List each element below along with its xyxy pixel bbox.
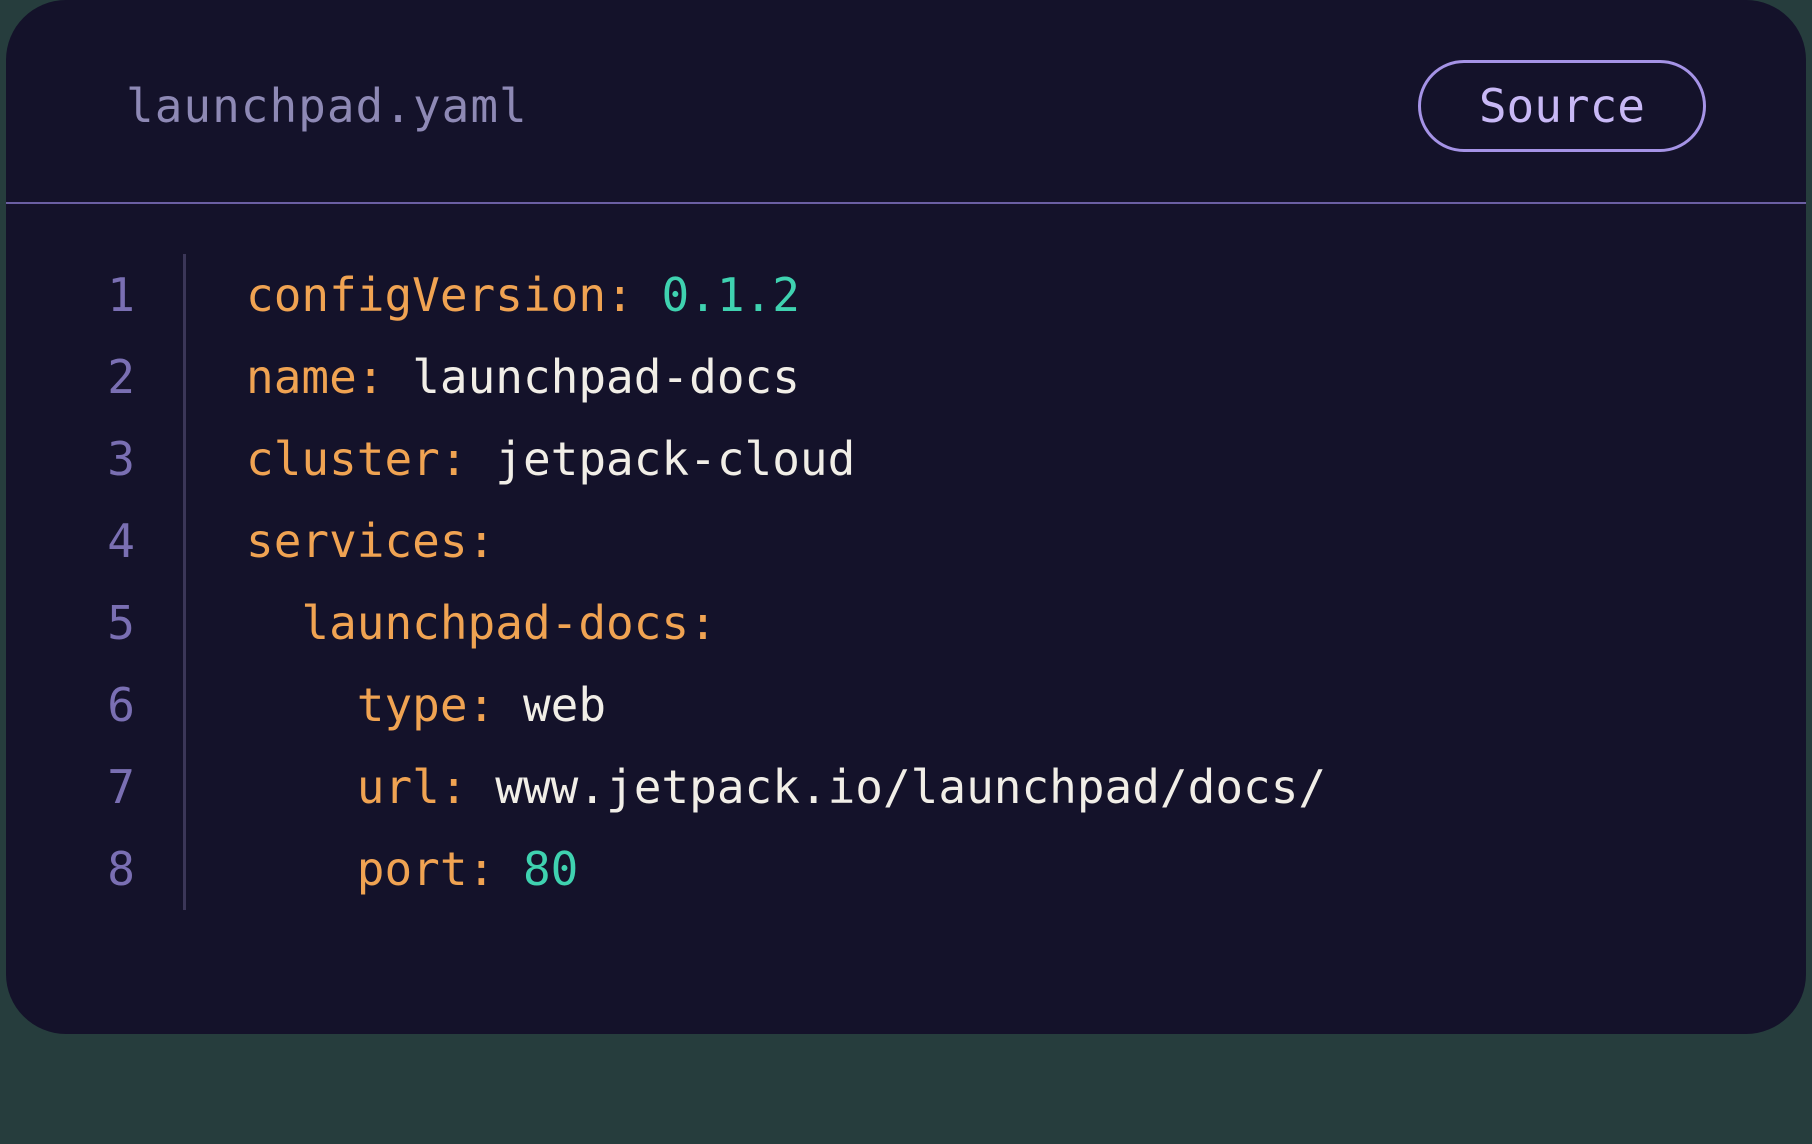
indent [246, 596, 301, 650]
line-number: 6 [107, 664, 135, 746]
line-number: 8 [107, 828, 135, 910]
line-number: 1 [107, 254, 135, 336]
code-line: port: 80 [246, 828, 1326, 910]
code-line: cluster: jetpack-cloud [246, 418, 1326, 500]
yaml-key: port: [357, 842, 495, 896]
line-number: 2 [107, 336, 135, 418]
code-line: type: web [246, 664, 1326, 746]
yaml-key: configVersion: [246, 268, 634, 322]
code-content[interactable]: configVersion: 0.1.2 name: launchpad-doc… [246, 254, 1326, 910]
code-line: launchpad-docs: [246, 582, 1326, 664]
line-number-gutter: 1 2 3 4 5 6 7 8 [6, 254, 186, 910]
line-number: 5 [107, 582, 135, 664]
yaml-value: www.jetpack.io/launchpad/docs/ [495, 760, 1326, 814]
yaml-key: type: [357, 678, 495, 732]
line-number: 4 [107, 500, 135, 582]
source-button[interactable]: Source [1418, 60, 1706, 152]
panel-header: launchpad.yaml Source [6, 0, 1806, 204]
filename-label: launchpad.yaml [126, 79, 528, 133]
yaml-key: name: [246, 350, 384, 404]
code-area: 1 2 3 4 5 6 7 8 configVersion: 0.1.2 nam… [6, 204, 1806, 910]
yaml-value: web [523, 678, 606, 732]
code-line: services: [246, 500, 1326, 582]
yaml-key: services: [246, 514, 495, 568]
code-line: url: www.jetpack.io/launchpad/docs/ [246, 746, 1326, 828]
line-number: 3 [107, 418, 135, 500]
code-panel: launchpad.yaml Source 1 2 3 4 5 6 7 8 co… [6, 0, 1806, 1034]
yaml-value: launchpad-docs [412, 350, 800, 404]
yaml-key: url: [357, 760, 468, 814]
indent [246, 760, 357, 814]
code-line: name: launchpad-docs [246, 336, 1326, 418]
yaml-value: 0.1.2 [661, 268, 799, 322]
yaml-key: cluster: [246, 432, 468, 486]
yaml-value: jetpack-cloud [495, 432, 855, 486]
indent [246, 842, 357, 896]
yaml-key: launchpad-docs: [301, 596, 716, 650]
code-line: configVersion: 0.1.2 [246, 254, 1326, 336]
line-number: 7 [107, 746, 135, 828]
indent [246, 678, 357, 732]
yaml-value: 80 [523, 842, 578, 896]
